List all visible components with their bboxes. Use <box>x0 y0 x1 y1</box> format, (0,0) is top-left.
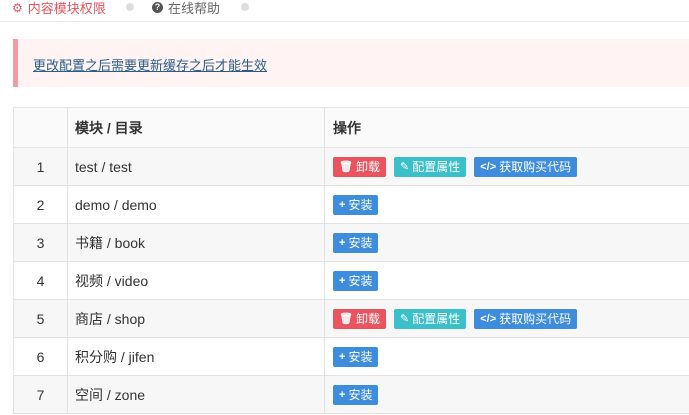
row-module: demo / demo <box>67 185 325 224</box>
config-button-label: 配置属性 <box>412 160 461 174</box>
row-module: 积分购 / jifen <box>67 337 325 376</box>
row-module: test / test <box>67 147 325 186</box>
uninstall-button[interactable]: 🗑 卸载 <box>333 308 386 329</box>
row-index: 1 <box>13 147 68 186</box>
header-index <box>13 107 68 148</box>
cogs-icon: ⚙ <box>12 0 23 15</box>
trash-icon: 🗑 <box>339 161 353 173</box>
tab-module-permissions-label: 内容模块权限 <box>27 1 106 16</box>
install-button-label: 安装 <box>348 388 373 402</box>
row-index: 4 <box>13 261 68 300</box>
uninstall-button[interactable]: 🗑 卸载 <box>333 156 386 177</box>
update-cache-link[interactable]: 更改配置之后需要更新缓存之后才能生效 <box>33 55 267 74</box>
row-module: 商店 / shop <box>67 299 325 338</box>
row-index: 7 <box>13 375 68 414</box>
table-row: 1 test / test 🗑 卸载 ✎ 配置属性 </> 获取购买代码 <box>13 147 689 186</box>
plus-icon: + <box>339 274 346 287</box>
row-module: 书籍 / book <box>67 223 325 262</box>
tab-module-permissions[interactable]: ⚙ 内容模块权限 <box>12 0 106 17</box>
plus-icon: + <box>339 236 346 249</box>
row-actions: + 安装 <box>324 375 689 414</box>
tab-online-help-label: 在线帮助 <box>168 1 221 16</box>
tab-separator-dot <box>241 3 249 11</box>
get-code-button-label: 获取购买代码 <box>499 312 572 326</box>
plus-icon: + <box>339 198 346 211</box>
row-index: 6 <box>13 337 68 376</box>
row-actions: 🗑 卸载 ✎ 配置属性 </> 获取购买代码 <box>324 299 689 338</box>
plus-icon: + <box>339 388 346 401</box>
edit-icon: ✎ <box>399 161 410 173</box>
code-icon: </> <box>480 160 497 173</box>
table-row: 2 demo / demo + 安装 <box>13 185 689 224</box>
top-tab-bar: ⚙ 内容模块权限 ? 在线帮助 <box>0 0 689 22</box>
get-code-button[interactable]: </> 获取购买代码 <box>474 156 578 177</box>
table-row: 6 积分购 / jifen + 安装 <box>13 337 689 376</box>
table-header-row: 模块 / 目录 操作 <box>13 107 689 148</box>
config-button[interactable]: ✎ 配置属性 <box>393 156 467 177</box>
row-index: 3 <box>13 223 68 262</box>
config-button[interactable]: ✎ 配置属性 <box>393 308 467 329</box>
table-row: 7 空间 / zone + 安装 <box>13 375 689 414</box>
cache-notice: 更改配置之后需要更新缓存之后才能生效 <box>13 39 689 87</box>
table-row: 4 视频 / video + 安装 <box>13 261 689 300</box>
row-module: 空间 / zone <box>67 375 325 414</box>
uninstall-button-label: 卸载 <box>355 160 380 174</box>
uninstall-button-label: 卸载 <box>355 312 380 326</box>
install-button[interactable]: + 安装 <box>333 384 379 405</box>
install-button[interactable]: + 安装 <box>333 232 379 253</box>
edit-icon: ✎ <box>399 313 410 325</box>
install-button-label: 安装 <box>348 350 373 364</box>
install-button-label: 安装 <box>348 198 373 212</box>
get-code-button[interactable]: </> 获取购买代码 <box>474 308 578 329</box>
trash-icon: 🗑 <box>339 313 353 325</box>
module-table-body: 1 test / test 🗑 卸载 ✎ 配置属性 </> 获取购买代码 2 demo / dem… <box>13 147 689 414</box>
header-module: 模块 / 目录 <box>67 107 325 148</box>
table-row: 3 书籍 / book + 安装 <box>13 223 689 262</box>
code-icon: </> <box>480 312 497 325</box>
row-actions: + 安装 <box>324 337 689 376</box>
plus-icon: + <box>339 350 346 363</box>
row-module: 视频 / video <box>67 261 325 300</box>
install-button-label: 安装 <box>348 274 373 288</box>
header-actions: 操作 <box>324 107 689 148</box>
tab-online-help[interactable]: ? 在线帮助 <box>152 0 220 17</box>
row-index: 5 <box>13 299 68 338</box>
tab-separator-dot <box>126 3 134 11</box>
get-code-button-label: 获取购买代码 <box>499 160 572 174</box>
table-row: 5 商店 / shop 🗑 卸载 ✎ 配置属性 </> 获取购买代码 <box>13 299 689 338</box>
row-actions: + 安装 <box>324 223 689 262</box>
row-actions: + 安装 <box>324 261 689 300</box>
install-button[interactable]: + 安装 <box>333 194 379 215</box>
module-table: 模块 / 目录 操作 1 test / test 🗑 卸载 ✎ 配置属性 </> 获取购买代码… <box>13 107 689 414</box>
row-actions: + 安装 <box>324 185 689 224</box>
row-actions: 🗑 卸载 ✎ 配置属性 </> 获取购买代码 <box>324 147 689 186</box>
config-button-label: 配置属性 <box>412 312 461 326</box>
row-index: 2 <box>13 185 68 224</box>
install-button[interactable]: + 安装 <box>333 270 379 291</box>
question-circle-icon: ? <box>152 2 163 13</box>
install-button-label: 安装 <box>348 236 373 250</box>
install-button[interactable]: + 安装 <box>333 346 379 367</box>
